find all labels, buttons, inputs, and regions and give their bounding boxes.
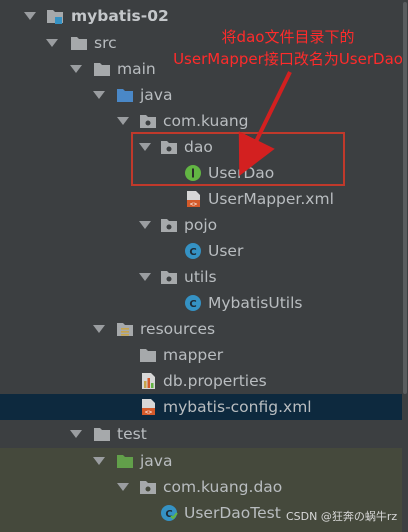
tree-item-label: pojo: [184, 216, 218, 234]
svg-text:<>: <>: [190, 201, 198, 208]
chevron-down-icon[interactable]: [24, 12, 36, 20]
chevron-down-icon[interactable]: [117, 117, 129, 125]
chevron-down-icon[interactable]: [93, 325, 105, 333]
tree-item-label: java: [140, 86, 173, 104]
tree-item-label: UserMapper.xml: [208, 190, 334, 208]
package-folder-icon: [140, 115, 156, 128]
svg-text:<>: <>: [145, 409, 153, 416]
tree-item-pojo[interactable]: pojo: [0, 212, 408, 238]
watermark: CSDN @狂奔の蜗牛rz: [286, 510, 398, 523]
svg-text:C: C: [165, 509, 172, 520]
folder-icon: [71, 37, 87, 50]
scrollbar-thumb[interactable]: [403, 2, 407, 394]
chevron-down-icon[interactable]: [139, 273, 151, 281]
tree-item-label: User: [208, 242, 244, 260]
svg-text:C: C: [189, 247, 196, 258]
tree-item-java[interactable]: java: [0, 82, 408, 108]
annotation-line-1: 将dao文件目录下的: [221, 28, 355, 46]
tree-item-user[interactable]: C User: [0, 238, 408, 264]
test-class-icon: C: [161, 505, 178, 521]
folder-icon: [94, 428, 110, 441]
tree-item-test[interactable]: test: [0, 421, 408, 447]
tree-item-label: UserDaoTest: [184, 504, 281, 522]
tree-item-label: mapper: [163, 346, 224, 364]
tree-item-label: java: [140, 452, 173, 470]
tree-item-label: test: [117, 425, 147, 443]
scrollbar[interactable]: [402, 0, 408, 532]
tree-item-package[interactable]: com.kuang: [0, 108, 408, 134]
xml-file-icon: <>: [187, 191, 200, 208]
folder-icon: [94, 63, 110, 76]
svg-text:C: C: [189, 299, 196, 310]
chevron-down-icon[interactable]: [46, 39, 58, 47]
chevron-down-icon[interactable]: [70, 430, 82, 438]
chevron-down-icon[interactable]: [93, 91, 105, 99]
annotation-line-2: UserMapper接口改名为UserDao: [173, 50, 403, 68]
tree-item-test-java[interactable]: java: [0, 448, 408, 474]
tree-item-mybatis-config-xml[interactable]: <> mybatis-config.xml: [0, 394, 408, 420]
class-icon: C: [185, 243, 201, 259]
resources-folder-icon: [117, 323, 133, 336]
package-folder-icon: [161, 219, 177, 232]
tree-item-label: main: [117, 60, 156, 78]
tree-item-label: com.kuang: [163, 112, 249, 130]
annotation-text: 将dao文件目录下的 UserMapper接口改名为UserDao: [170, 26, 406, 70]
class-icon: C: [185, 295, 201, 311]
tree-item-label: MybatisUtils: [208, 294, 303, 312]
tree-item-label: db.properties: [163, 372, 267, 390]
tree-item-mybatis-utils[interactable]: C MybatisUtils: [0, 290, 408, 316]
package-folder-icon: [161, 271, 177, 284]
tree-item-label: mybatis-02: [71, 7, 169, 25]
tree-item-label: mybatis-config.xml: [163, 398, 312, 416]
project-tree: mybatis-02 src main java com.kuang dao U…: [0, 0, 408, 532]
tree-item-utils[interactable]: utils: [0, 264, 408, 290]
chevron-down-icon[interactable]: [117, 483, 129, 491]
chevron-down-icon[interactable]: [139, 221, 151, 229]
test-source-folder-icon: [117, 455, 133, 468]
tree-item-label: resources: [140, 320, 216, 338]
highlight-box: [131, 132, 345, 186]
tree-item-mapper[interactable]: mapper: [0, 342, 408, 368]
tree-item-user-mapper-xml[interactable]: <> UserMapper.xml: [0, 186, 408, 212]
tree-item-label: com.kuang.dao: [163, 478, 283, 496]
tree-item-label: src: [94, 34, 117, 52]
xml-file-icon: <>: [142, 399, 155, 416]
tree-item-label: utils: [184, 268, 217, 286]
chevron-down-icon[interactable]: [70, 65, 82, 73]
package-folder-icon: [140, 481, 156, 494]
chevron-down-icon[interactable]: [93, 457, 105, 465]
properties-file-icon: [142, 373, 155, 389]
tree-item-resources[interactable]: resources: [0, 316, 408, 342]
tree-item-test-package[interactable]: com.kuang.dao: [0, 474, 408, 500]
tree-item-db-properties[interactable]: db.properties: [0, 368, 408, 394]
folder-icon: [140, 349, 156, 362]
source-folder-icon: [117, 89, 133, 102]
module-folder-icon: [47, 10, 63, 24]
